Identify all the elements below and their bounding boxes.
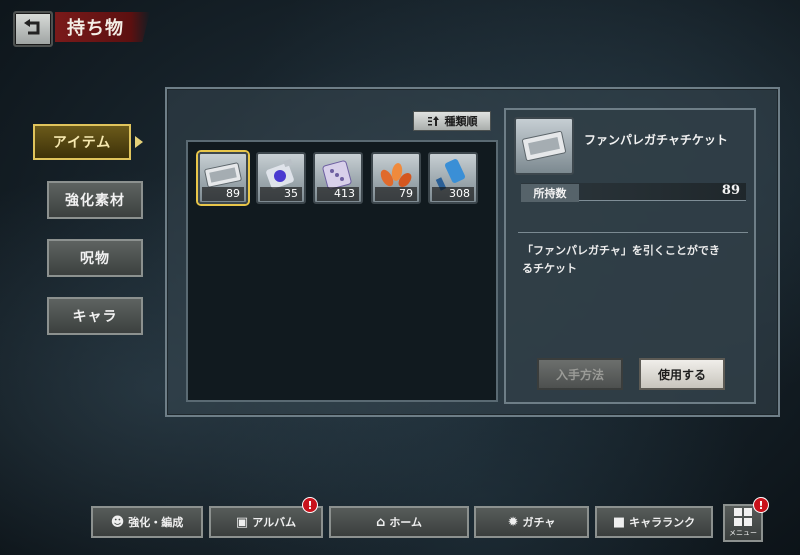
album-notification-badge: ! xyxy=(302,497,318,513)
tab-items[interactable]: アイテム xyxy=(33,124,131,160)
use-label: 使用する xyxy=(657,367,706,382)
nav-label: アルバム xyxy=(252,516,297,529)
sort-icon xyxy=(427,116,439,126)
tab-characters-label: キャラ xyxy=(72,309,118,325)
item-count: 35 xyxy=(260,187,302,201)
item-count: 79 xyxy=(375,187,417,201)
sort-button[interactable]: 種類順 xyxy=(413,111,491,131)
title-banner: 持ち物 xyxy=(55,12,150,42)
sort-label: 種類順 xyxy=(444,115,478,128)
nav-label: ガチャ xyxy=(522,516,556,529)
back-button[interactable] xyxy=(13,11,53,47)
nav-character-rank[interactable]: ■ キャラランク xyxy=(595,506,713,538)
item-description-line: るチケット xyxy=(522,262,577,275)
item-slot-crystal[interactable]: 35 xyxy=(256,152,306,204)
nav-enhance-formation[interactable]: ☻ 強化・編成 xyxy=(91,506,203,538)
tab-items-label: アイテム xyxy=(52,135,112,151)
nav-label: ホーム xyxy=(389,516,422,529)
detail-item-name: ファンパレガチャチケット xyxy=(584,133,728,147)
item-description-line: 「ファンパレガチャ」を引くことができ xyxy=(522,244,720,257)
nav-label: キャラランク xyxy=(629,516,696,529)
item-count: 308 xyxy=(432,187,474,201)
home-icon: ⌂ xyxy=(376,514,386,530)
item-slot-ticket[interactable]: 89 xyxy=(198,152,248,204)
item-slot-hammer[interactable]: 308 xyxy=(428,152,478,204)
back-arrow-icon xyxy=(24,19,40,35)
acquire-method-button[interactable]: 入手方法 xyxy=(537,358,623,390)
item-slot-leaves[interactable]: 79 xyxy=(371,152,421,204)
tab-characters[interactable]: キャラ xyxy=(47,297,143,335)
use-button[interactable]: 使用する xyxy=(639,358,725,390)
tab-cursed-objects[interactable]: 呪物 xyxy=(47,239,143,277)
tab-active-arrow-icon xyxy=(135,136,143,148)
item-count: 413 xyxy=(317,187,359,201)
ticket-icon xyxy=(522,130,566,162)
grid-menu-icon xyxy=(734,508,752,526)
nav-label: 強化・編成 xyxy=(128,516,184,529)
item-count: 89 xyxy=(202,187,244,201)
menu-notification-badge: ! xyxy=(753,497,769,513)
gacha-icon: ✹ xyxy=(507,514,519,530)
people-icon: ☻ xyxy=(110,514,125,530)
tab-materials-label: 強化素材 xyxy=(65,193,125,209)
nav-home[interactable]: ⌂ ホーム xyxy=(329,506,469,538)
tab-cursed-objects-label: 呪物 xyxy=(80,251,110,267)
item-description: 「ファンパレガチャ」を引くことができ るチケット xyxy=(522,242,744,278)
tab-materials[interactable]: 強化素材 xyxy=(47,181,143,219)
detail-item-icon-frame xyxy=(514,117,574,175)
album-icon: ▣ xyxy=(235,514,249,530)
detail-divider xyxy=(518,232,748,233)
menu-label: メニュー xyxy=(729,529,757,537)
acquire-method-label: 入手方法 xyxy=(555,367,604,382)
owned-count-label: 所持数 xyxy=(521,184,579,202)
page-title: 持ち物 xyxy=(67,18,124,39)
owned-count-value: 89 xyxy=(721,183,740,198)
item-slot-dice[interactable]: 413 xyxy=(313,152,363,204)
character-icon: ■ xyxy=(612,514,626,530)
nav-gacha[interactable]: ✹ ガチャ xyxy=(474,506,589,538)
